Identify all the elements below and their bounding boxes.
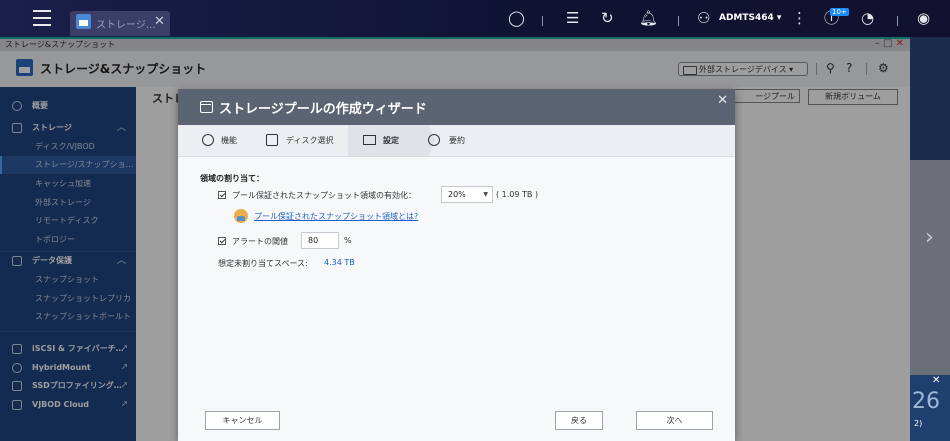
- taskbar-divider: [897, 16, 898, 26]
- snapshot-space-size: ( 1.09 TB ): [496, 190, 539, 199]
- dashboard-icon[interactable]: ◉: [917, 10, 930, 27]
- wizard-steps: 機能 ディスク選択 設定 要約: [178, 125, 735, 157]
- search-icon[interactable]: ◯: [508, 10, 525, 27]
- app-tab-title: ストレージ…: [96, 20, 156, 31]
- create-pool-wizard: ストレージプールの作成ウィザード ✕ 機能 ディスク選択 設定 要約 領域の割り…: [178, 89, 735, 441]
- help-person-icon: [234, 209, 248, 223]
- step-settings: 設定: [383, 136, 399, 145]
- alert-threshold-input[interactable]: 80: [301, 232, 339, 249]
- desktop-panel: [910, 160, 950, 375]
- app-tab-close-icon[interactable]: ✕: [154, 14, 165, 29]
- chevron-right-icon[interactable]: ›: [925, 225, 934, 250]
- dialog-title: ストレージプールの作成ウィザード: [219, 102, 427, 117]
- app-tab-storage[interactable]: ストレージ… ✕: [70, 11, 170, 36]
- notification-number: 26: [912, 389, 940, 414]
- main-menu-icon[interactable]: [33, 10, 51, 26]
- disk-step-icon: [266, 134, 278, 146]
- step-summary: 要約: [449, 136, 465, 145]
- step-disk-selection: ディスク選択: [286, 136, 334, 145]
- storage-app-icon: [76, 14, 91, 29]
- storage-pool-icon: [200, 101, 213, 113]
- estimated-unallocated-label: 想定未割り当てスペース:: [218, 259, 308, 268]
- summary-check-icon: [428, 134, 440, 146]
- next-button[interactable]: 次へ: [636, 411, 713, 430]
- alert-threshold-checkbox[interactable]: [218, 237, 226, 245]
- settings-step-icon: [363, 135, 376, 145]
- notification-text: 2): [914, 419, 923, 428]
- alert-threshold-label: アラートの閾値: [232, 237, 288, 246]
- cancel-button[interactable]: キャンセル: [205, 411, 280, 430]
- snapshot-percent-value: 20%: [448, 190, 466, 199]
- allocation-section-title: 領域の割り当て：: [200, 174, 264, 183]
- snapshot-space-label: プール保証されたスナップショット領域の有効化：: [232, 191, 416, 200]
- more-options-icon[interactable]: ⋮: [792, 10, 807, 27]
- estimated-unallocated-value: 4.34 TB: [324, 258, 355, 267]
- taskbar-divider: [678, 16, 679, 26]
- notification-count-badge: 10+: [830, 8, 849, 16]
- chevron-down-icon: ▼: [483, 191, 488, 198]
- features-step-icon: [202, 134, 214, 146]
- step-features: 機能: [221, 136, 237, 145]
- back-button[interactable]: 戻る: [555, 411, 603, 430]
- tasks-icon[interactable]: ☰: [566, 10, 579, 27]
- sync-icon[interactable]: ↻: [601, 10, 614, 27]
- taskbar: ストレージ… ✕ ◯ ☰ ↻ 🔔︎ ⚇ ADMTS464 ▾ ⋮ ⓘ 10+ ◔…: [0, 0, 950, 37]
- dialog-close-icon[interactable]: ✕: [717, 93, 728, 108]
- user-avatar-icon[interactable]: ⚇: [697, 10, 710, 27]
- alert-threshold-unit: %: [344, 236, 352, 245]
- taskbar-divider: [542, 16, 543, 26]
- dialog-header: ストレージプールの作成ウィザード ✕: [178, 89, 735, 125]
- snapshot-space-checkbox[interactable]: [218, 191, 226, 199]
- resource-monitor-icon[interactable]: ◔: [861, 10, 874, 27]
- notification-widget: ✕ 26 2): [910, 375, 950, 441]
- close-notification-icon[interactable]: ✕: [932, 375, 940, 386]
- snapshot-help-link[interactable]: プール保証されたスナップショット領域とは?: [254, 211, 418, 222]
- snapshot-percent-select[interactable]: 20% ▼: [441, 186, 493, 203]
- user-menu[interactable]: ADMTS464 ▾: [719, 13, 781, 23]
- notification-bell-icon[interactable]: 🔔︎: [639, 10, 658, 27]
